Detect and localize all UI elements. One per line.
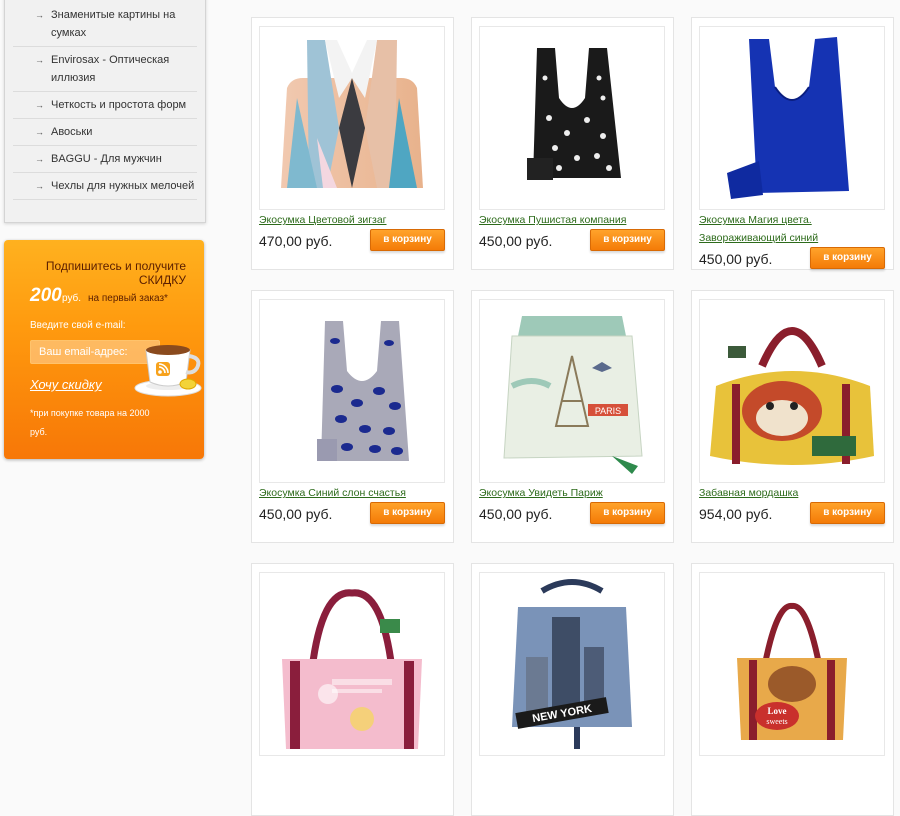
elephant-bag-image [317, 321, 409, 461]
bulldog-bag-image [710, 327, 874, 465]
product-image[interactable] [259, 26, 445, 210]
promo-footnote-line2: руб. [30, 427, 48, 437]
add-to-cart-button[interactable]: в корзину [370, 229, 445, 251]
product-price: 450,00 руб. [479, 506, 553, 522]
category-item-clarity[interactable]: → Четкость и простота форм [13, 92, 197, 119]
product-title-link[interactable]: Экосумка Цветовой зигзаг [259, 211, 449, 229]
product-card [251, 563, 454, 816]
product-price: 450,00 руб. [699, 251, 773, 267]
category-item-cases[interactable]: → Чехлы для нужных мелочей [13, 173, 197, 200]
add-to-cart-button[interactable]: в корзину [810, 502, 885, 524]
product-image[interactable]: PARIS [479, 299, 665, 483]
product-image[interactable]: NEW YORK [479, 572, 665, 756]
product-image[interactable] [699, 299, 885, 483]
product-card: Экосумка Синий слон счастья 450,00 руб. … [251, 290, 454, 543]
product-title-link[interactable]: Экосумка Магия цвета. Завораживающий син… [699, 211, 889, 247]
category-item-envirosax[interactable]: → Envirosax - Оптическая иллюзия [13, 47, 197, 92]
product-card: Экосумка Пушистая компания 450,00 руб. в… [471, 17, 674, 270]
arrow-right-icon: → [35, 181, 44, 191]
product-card: PARIS Экосумка Увидеть Париж 450,00 руб.… [471, 290, 674, 543]
pink-girl-bag-image [282, 589, 422, 749]
product-image[interactable]: Love sweets [699, 572, 885, 756]
product-image[interactable] [479, 26, 665, 210]
product-title-link[interactable]: Экосумка Увидеть Париж [479, 484, 669, 502]
product-title-link[interactable]: Экосумка Синий слон счастья [259, 484, 449, 502]
category-label: BAGGU - Для мужчин [51, 153, 162, 165]
black-dog-bag-image [527, 48, 621, 180]
zigzag-bag-image [281, 40, 423, 188]
paris-label: PARIS [595, 406, 621, 416]
product-price: 450,00 руб. [479, 233, 553, 249]
arrow-right-icon: → [35, 154, 44, 164]
product-title-link[interactable]: Забавная мордашка [699, 484, 889, 502]
product-card: Забавная мордашка 954,00 руб. в корзину [691, 290, 894, 543]
category-label: Знаменитые картины на сумках [51, 9, 176, 39]
add-to-cart-button[interactable]: в корзину [590, 229, 665, 251]
category-label: Чехлы для нужных мелочей [51, 180, 195, 192]
get-discount-link[interactable]: Хочу скидку [30, 377, 102, 392]
product-price: 954,00 руб. [699, 506, 773, 522]
love-sweets-bag-image: Love sweets [737, 603, 847, 740]
category-item-baggu-men[interactable]: → BAGGU - Для мужчин [13, 146, 197, 173]
product-title-link[interactable]: Экосумка Пушистая компания [479, 211, 669, 229]
promo-footnote-line1: *при покупке товара на 2000 [30, 408, 150, 418]
arrow-right-icon: → [35, 127, 44, 137]
tea-cup-rss-icon [134, 345, 202, 397]
sweets-label: sweets [766, 717, 787, 726]
paris-bag-image: PARIS [503, 316, 643, 474]
product-card: Love sweets [691, 563, 894, 816]
category-label: Четкость и простота форм [51, 99, 187, 111]
discount-condition: на первый заказ* [88, 293, 168, 304]
arrow-right-icon: → [35, 100, 44, 110]
category-label: Авоськи [51, 126, 93, 138]
add-to-cart-button[interactable]: в корзину [590, 502, 665, 524]
subscribe-widget: Подпишитесь и получите СКИДКУ 200 руб. н… [4, 240, 204, 459]
discount-amount: 200 [30, 285, 62, 306]
category-label: Envirosax - Оптическая иллюзия [51, 54, 170, 84]
category-item-avoski[interactable]: → Авоськи [13, 119, 197, 146]
promo-heading-line1: Подпишитесь и получите [45, 259, 186, 273]
arrow-right-icon: → [35, 55, 44, 65]
product-price: 470,00 руб. [259, 233, 333, 249]
product-card: Экосумка Цветовой зигзаг 470,00 руб. в к… [251, 17, 454, 270]
product-image[interactable] [259, 299, 445, 483]
category-menu: → Знаменитые картины на сумках → Enviros… [4, 0, 206, 223]
add-to-cart-button[interactable]: в корзину [810, 247, 885, 269]
arrow-right-icon: → [35, 10, 44, 20]
email-label: Введите свой e-mail: [30, 320, 126, 331]
blue-bag-image [727, 37, 849, 199]
category-list: → Знаменитые картины на сумках → Enviros… [5, 0, 205, 200]
add-to-cart-button[interactable]: в корзину [370, 502, 445, 524]
product-card: NEW YORK [471, 563, 674, 816]
love-label: Love [768, 706, 787, 716]
product-image[interactable] [259, 572, 445, 756]
product-price: 450,00 руб. [259, 506, 333, 522]
new-york-bag-image: NEW YORK [512, 578, 632, 749]
category-item-famous-paintings[interactable]: → Знаменитые картины на сумках [13, 2, 197, 47]
product-card: Экосумка Магия цвета. Завораживающий син… [691, 17, 894, 270]
product-image[interactable] [699, 26, 885, 210]
discount-currency: руб. [62, 293, 82, 304]
